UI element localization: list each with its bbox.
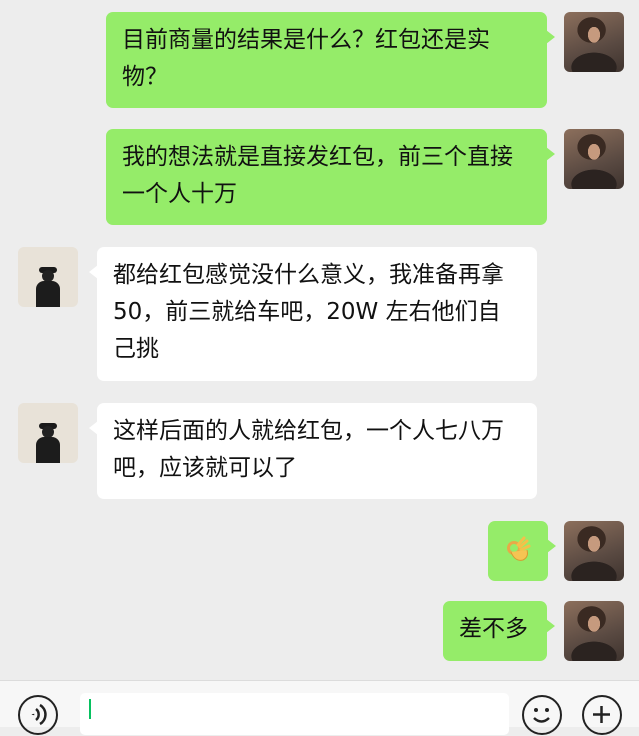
input-caret bbox=[89, 699, 91, 719]
message-text: 这样后面的人就给红包，一个人七八万吧，应该就可以了 bbox=[113, 418, 504, 481]
message-text: 我的想法就是直接发红包，前三个直接一个人十万 bbox=[122, 144, 513, 207]
message-bubble-self[interactable]: 目前商量的结果是什么？红包还是实物？ bbox=[106, 12, 555, 108]
message-bubble-self[interactable] bbox=[488, 521, 556, 581]
contact-avatar[interactable] bbox=[18, 403, 78, 463]
message-input[interactable] bbox=[80, 693, 509, 735]
message-text: 差不多 bbox=[459, 616, 528, 642]
emoji-icon[interactable] bbox=[522, 695, 562, 735]
contact-avatar[interactable] bbox=[18, 247, 78, 307]
message-text: 都给红包感觉没什么意义，我准备再拿 50，前三就给车吧，20W 左右他们自己挑 bbox=[113, 262, 504, 362]
self-avatar[interactable] bbox=[564, 129, 624, 189]
message-bubble-self[interactable]: 差不多 bbox=[443, 601, 555, 661]
self-avatar[interactable] bbox=[564, 521, 624, 581]
chat-input-bar bbox=[0, 680, 639, 735]
self-avatar[interactable] bbox=[564, 601, 624, 661]
message-text: 目前商量的结果是什么？红包还是实物？ bbox=[122, 27, 490, 90]
message-bubble-self[interactable]: 我的想法就是直接发红包，前三个直接一个人十万 bbox=[106, 129, 555, 225]
chat-message-list: 目前商量的结果是什么？红包还是实物？ 我的想法就是直接发红包，前三个直接一个人十… bbox=[0, 0, 639, 680]
plus-icon[interactable] bbox=[582, 695, 622, 735]
message-bubble-other[interactable]: 这样后面的人就给红包，一个人七八万吧，应该就可以了 bbox=[89, 403, 537, 499]
self-avatar[interactable] bbox=[564, 12, 624, 72]
voice-icon[interactable] bbox=[18, 695, 58, 735]
ok-hand-emoji bbox=[507, 536, 531, 561]
message-bubble-other[interactable]: 都给红包感觉没什么意义，我准备再拿 50，前三就给车吧，20W 左右他们自己挑 bbox=[89, 247, 537, 381]
